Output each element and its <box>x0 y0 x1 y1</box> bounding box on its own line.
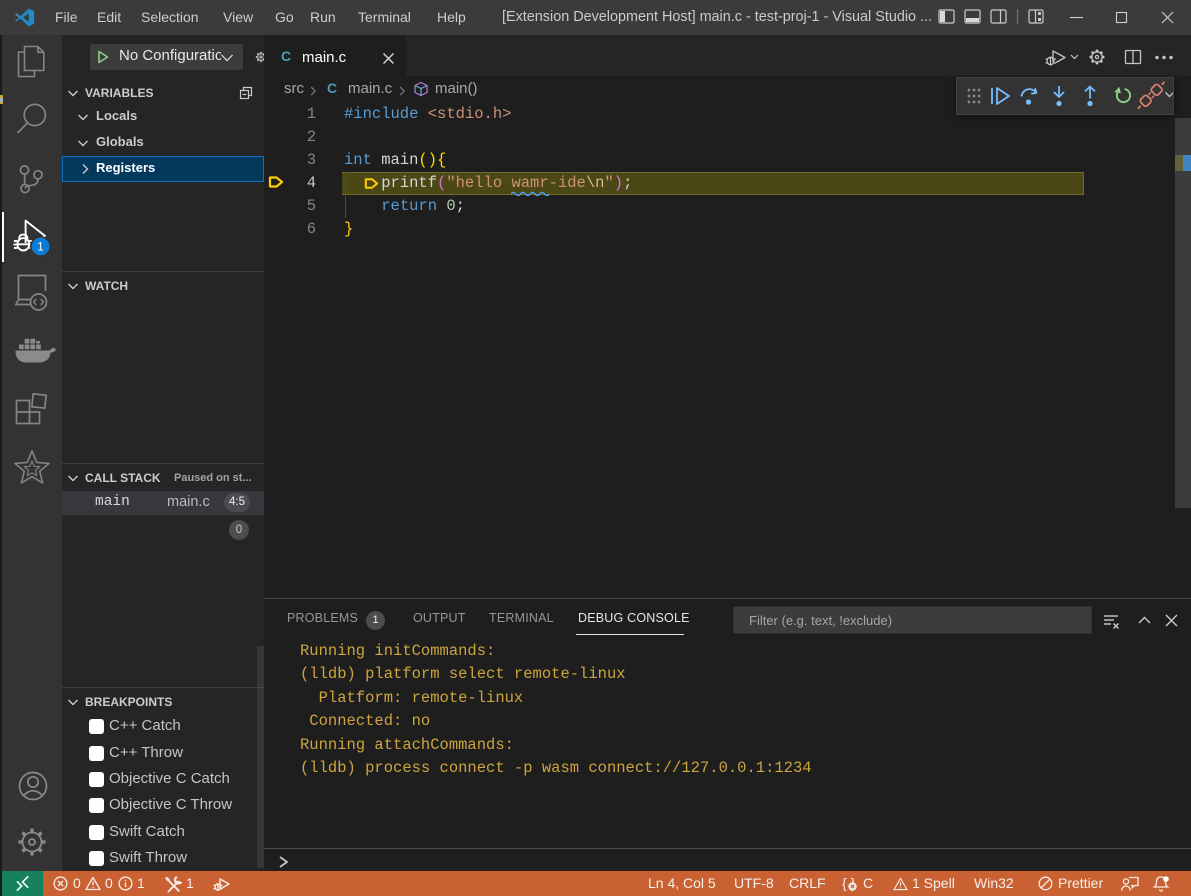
svg-text:1: 1 <box>37 242 43 254</box>
